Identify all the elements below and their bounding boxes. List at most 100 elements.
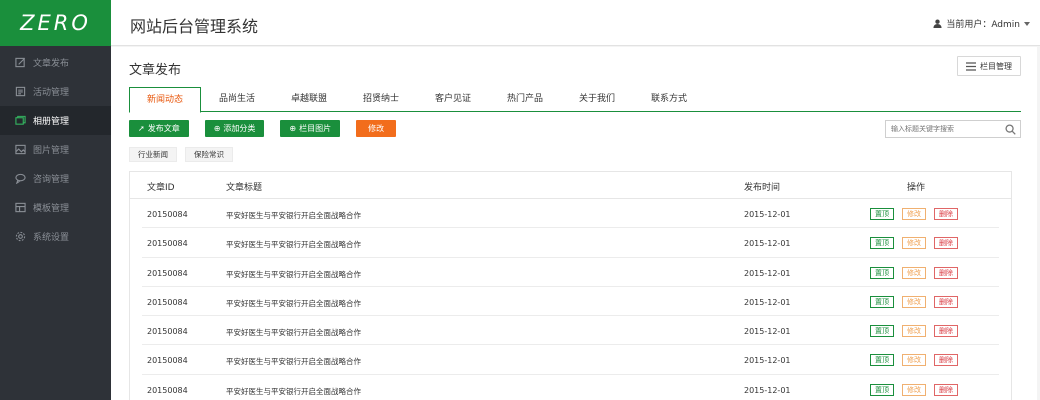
cell-article-title[interactable]: 平安好医生与平安银行开启全面战略合作 [226,239,361,250]
delete-row-button[interactable]: 删除 [934,266,958,279]
delete-row-button[interactable]: 删除 [934,383,958,396]
pin-top-button[interactable]: 置顶 [870,237,894,250]
cell-article-id: 20150084 [147,327,188,337]
header-publish-time: 发布时间 [744,183,781,193]
add-category-label: 添加分类 [223,124,256,133]
logo[interactable]: ZERO [0,0,111,46]
cell-article-title[interactable]: 平安好医生与平安银行开启全面战略合作 [226,356,361,367]
tab-alliance[interactable]: 卓越联盟 [273,87,345,112]
edit-label: 修改 [368,124,385,133]
pin-top-button[interactable]: 置顶 [870,354,894,367]
row-actions: 置顶 修改 删除 [870,354,966,367]
sidebar-item-template[interactable]: 模板管理 [0,193,111,222]
list-icon [966,61,976,71]
search-box [885,120,1021,138]
search-input[interactable] [886,125,1005,133]
category-tabs: 新闻动态 品尚生活 卓越联盟 招贤纳士 客户见证 热门产品 关于我们 联系方式 [129,87,1021,113]
column-manage-button[interactable]: 栏目管理 [957,56,1021,76]
publish-article-button[interactable]: ➚ 发布文章 [129,120,189,137]
cell-article-id: 20150084 [147,210,188,219]
sidebar-item-activity[interactable]: 活动管理 [0,77,111,106]
sidebar-item-image[interactable]: 图片管理 [0,135,111,164]
cell-article-title[interactable]: 平安好医生与平安银行开启全面战略合作 [226,386,361,397]
sidebar-item-article-publish[interactable]: 文章发布 [0,48,111,77]
sidebar-item-label: 图片管理 [33,146,70,156]
table-row: 20150084 平安好医生与平安银行开启全面战略合作 2015-12-01 置顶 修改… [142,345,999,375]
delete-row-button[interactable]: 删除 [934,354,958,367]
sidebar-item-label: 文章发布 [33,59,70,69]
search-icon[interactable] [1005,123,1016,135]
delete-row-button[interactable]: 删除 [934,295,958,308]
sidebar-item-consult[interactable]: 咨询管理 [0,164,111,193]
album-icon [14,115,26,127]
delete-row-button[interactable]: 删除 [934,237,958,250]
edit-row-button[interactable]: 修改 [902,354,926,367]
delete-row-button[interactable]: 删除 [934,325,958,338]
logo-text: ZERO [20,11,91,35]
delete-row-button[interactable]: 删除 [934,208,958,220]
sidebar: ZERO 文章发布 活动管理 相册管理 图片管理 咨询管理 模板管理 系统设置 [0,0,111,400]
header-operations: 操作 [907,183,926,193]
sidebar-nav: 文章发布 活动管理 相册管理 图片管理 咨询管理 模板管理 系统设置 [0,46,111,251]
pin-top-button[interactable]: 置顶 [870,325,894,338]
toolbar: ➚ 发布文章 ⊕ 添加分类 ⊕ 栏目图片 修改 [129,120,412,137]
edit-row-button[interactable]: 修改 [902,295,926,308]
cell-article-title[interactable]: 平安好医生与平安银行开启全面战略合作 [226,327,361,338]
cell-publish-date: 2015-12-01 [744,297,791,307]
pin-top-button[interactable]: 置顶 [870,295,894,308]
sidebar-item-settings[interactable]: 系统设置 [0,222,111,251]
user-menu[interactable]: 当前用户：Admin [933,17,1030,30]
cell-publish-date: 2015-12-01 [744,268,791,278]
user-icon [933,19,942,28]
edit-row-button[interactable]: 修改 [902,325,926,338]
cell-article-title[interactable]: 平安好医生与平安银行开启全面战略合作 [226,210,361,221]
plus-circle-icon: ⊕ [289,124,297,133]
edit-icon [14,57,26,69]
pin-top-button[interactable]: 置顶 [870,208,894,220]
cell-publish-date: 2015-12-01 [744,356,791,366]
row-actions: 置顶 修改 删除 [870,237,966,250]
sidebar-item-label: 系统设置 [33,233,70,243]
cell-article-title[interactable]: 平安好医生与平安银行开启全面战略合作 [226,298,361,309]
column-image-button[interactable]: ⊕ 栏目图片 [280,120,341,137]
tab-testimonials[interactable]: 客户见证 [417,87,489,112]
tab-about[interactable]: 关于我们 [561,87,633,112]
sidebar-item-label: 相册管理 [33,117,70,127]
cell-article-title[interactable]: 平安好医生与平安银行开启全面战略合作 [226,269,361,280]
gear-icon [14,231,26,243]
row-actions: 置顶 修改 删除 [870,295,966,308]
edit-row-button[interactable]: 修改 [902,266,926,279]
tab-contact[interactable]: 联系方式 [633,87,705,112]
sidebar-item-album[interactable]: 相册管理 [0,106,111,135]
row-actions: 置顶 修改 删除 [870,325,966,338]
subtab-industry-news[interactable]: 行业新闻 [129,147,177,162]
table-body: 20150084 平安好医生与平安银行开启全面战略合作 2015-12-01 置顶 修改… [130,199,1011,400]
table-row: 20150084 平安好医生与平安银行开启全面战略合作 2015-12-01 置顶 修改… [142,287,999,317]
table-row: 20150084 平安好医生与平安银行开启全面战略合作 2015-12-01 置顶 修改… [142,228,999,258]
tab-products[interactable]: 热门产品 [489,87,561,112]
plus-circle-icon: ⊕ [213,124,221,133]
edit-row-button[interactable]: 修改 [902,383,926,396]
sidebar-item-label: 咨询管理 [33,175,70,185]
edit-row-button[interactable]: 修改 [902,237,926,250]
page-title: 文章发布 [129,63,182,78]
add-category-button[interactable]: ⊕ 添加分类 [204,120,265,137]
cell-article-id: 20150084 [147,268,188,278]
pin-top-button[interactable]: 置顶 [870,383,894,396]
edit-row-button[interactable]: 修改 [902,208,926,220]
row-actions: 置顶 修改 删除 [870,383,966,396]
pin-top-button[interactable]: 置顶 [870,266,894,279]
sidebar-item-label: 模板管理 [33,204,70,214]
row-actions: 置顶 修改 删除 [870,208,966,220]
publish-article-label: 发布文章 [147,124,180,133]
subtab-insurance-tips[interactable]: 保险常识 [185,147,233,162]
tab-recruit[interactable]: 招贤纳士 [345,87,417,112]
image-icon [14,144,26,156]
chat-icon [14,173,26,185]
table-row: 20150084 平安好医生与平安银行开启全面战略合作 2015-12-01 置顶 修改… [142,375,999,400]
current-user-label: 当前用户：Admin [946,20,1020,30]
tab-lifestyle[interactable]: 品尚生活 [201,87,273,112]
tab-news[interactable]: 新闻动态 [129,87,201,113]
calendar-icon [14,86,26,98]
edit-button[interactable]: 修改 [356,120,397,137]
